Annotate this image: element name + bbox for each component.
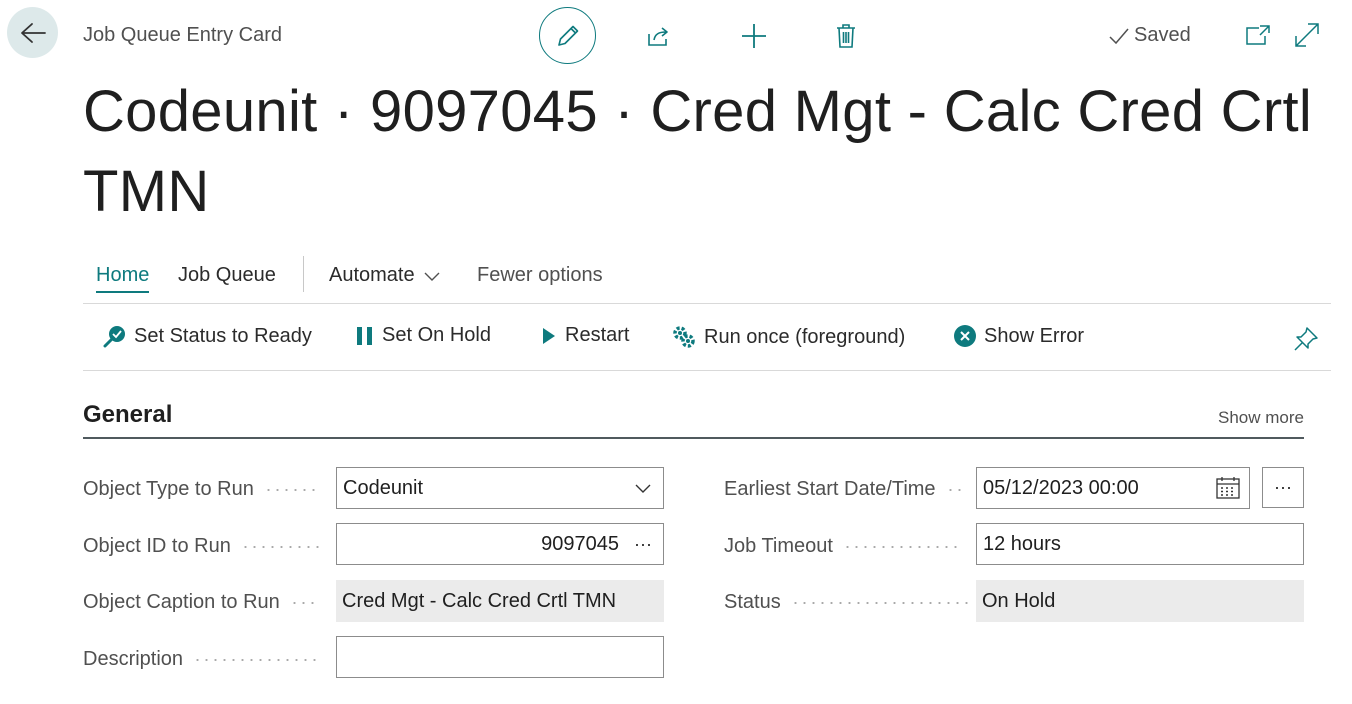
object-type-label-text: Object Type to Run	[83, 478, 254, 500]
tab-divider	[303, 256, 304, 292]
share-button[interactable]	[630, 7, 687, 64]
popout-icon	[1246, 25, 1270, 45]
chevron-down-icon	[629, 482, 657, 494]
show-error-button[interactable]: Show Error	[953, 324, 1084, 348]
description-label: Description	[83, 648, 318, 671]
back-button[interactable]	[7, 7, 58, 58]
earliest-start-field[interactable]: 05/12/2023 00:00	[976, 467, 1250, 509]
saved-status: Saved	[1108, 24, 1191, 47]
object-id-field[interactable]: 9097045 ···	[336, 523, 664, 565]
restart-button[interactable]: Restart	[540, 324, 629, 347]
general-section-title[interactable]: General	[83, 401, 172, 429]
tab-home[interactable]: Home	[96, 264, 150, 293]
job-timeout-value: 12 hours	[983, 532, 1061, 555]
object-id-label: Object ID to Run	[83, 535, 319, 558]
general-section-header: General Show more	[83, 400, 1304, 439]
fewer-options-link[interactable]: Fewer options	[477, 264, 603, 287]
label-dots	[945, 488, 964, 491]
label-dots	[263, 488, 316, 491]
label-dots	[240, 545, 319, 548]
restart-label: Restart	[565, 324, 630, 346]
saved-label: Saved	[1134, 24, 1191, 46]
show-error-label: Show Error	[984, 324, 1085, 347]
assist-ellipsis-button[interactable]: ···	[1262, 467, 1304, 508]
object-caption-value: Cred Mgt - Calc Cred Crtl TMN	[342, 589, 617, 612]
object-type-label: Object Type to Run	[83, 478, 316, 501]
action-tabs: Home Job Queue Automate Fewer options	[83, 256, 1331, 304]
description-label-text: Description	[83, 648, 184, 670]
label-dots	[289, 601, 318, 604]
job-timeout-label-text: Job Timeout	[724, 535, 833, 557]
play-icon	[543, 327, 555, 344]
status-value: On Hold	[982, 589, 1056, 612]
page-caption: Job Queue Entry Card	[83, 24, 282, 46]
trash-icon	[836, 23, 855, 48]
run-gears-icon	[673, 326, 695, 348]
job-timeout-field[interactable]: 12 hours	[976, 523, 1304, 565]
earliest-start-label: Earliest Start Date/Time	[724, 478, 964, 501]
object-type-select[interactable]: Codeunit	[336, 467, 664, 509]
expand-icon	[1295, 23, 1319, 47]
calendar-icon[interactable]	[1213, 476, 1243, 500]
new-button[interactable]	[725, 7, 782, 64]
pin-action-bar-button[interactable]	[1293, 326, 1319, 357]
status-field: On Hold	[976, 580, 1304, 622]
pin-icon	[1294, 327, 1318, 351]
tab-automate[interactable]: Automate	[329, 264, 441, 287]
edit-button[interactable]	[539, 7, 596, 64]
earliest-start-value: 05/12/2023 00:00	[983, 476, 1139, 499]
object-id-label-text: Object ID to Run	[83, 535, 231, 557]
object-type-value: Codeunit	[343, 476, 424, 499]
object-id-value: 9097045	[541, 532, 619, 555]
set-ready-icon	[103, 326, 125, 348]
arrow-left-icon	[20, 22, 46, 43]
pencil-icon	[557, 25, 578, 46]
tab-automate-label: Automate	[329, 264, 415, 286]
tab-job-queue[interactable]: Job Queue	[178, 264, 276, 287]
status-label: Status	[724, 591, 971, 614]
share-icon	[647, 26, 668, 46]
page-title: Codeunit · 9097045 · Cred Mgt - Calc Cre…	[83, 79, 1313, 224]
checkmark-icon	[1109, 28, 1129, 44]
run-once-button[interactable]: Run once (foreground)	[671, 324, 905, 350]
job-timeout-label: Job Timeout	[724, 535, 961, 558]
chevron-down-icon	[424, 272, 440, 281]
status-label-text: Status	[724, 591, 781, 613]
delete-button[interactable]	[817, 7, 874, 64]
label-dots	[842, 545, 961, 548]
run-once-label: Run once (foreground)	[704, 325, 906, 348]
object-caption-label: Object Caption to Run	[83, 591, 318, 614]
pause-icon	[357, 326, 372, 345]
expand-button[interactable]	[1294, 22, 1320, 48]
set-status-ready-label: Set Status to Ready	[134, 324, 312, 347]
action-bar: Set Status to Ready Set On Hold Restart …	[83, 304, 1331, 371]
earliest-start-label-text: Earliest Start Date/Time	[724, 478, 936, 500]
lookup-ellipsis-button[interactable]: ···	[629, 534, 657, 555]
plus-icon	[741, 23, 766, 48]
open-new-window-button[interactable]	[1245, 22, 1271, 48]
description-input[interactable]	[336, 636, 664, 678]
label-dots	[790, 601, 971, 604]
set-on-hold-button[interactable]: Set On Hold	[355, 324, 491, 347]
object-caption-field: Cred Mgt - Calc Cred Crtl TMN	[336, 580, 664, 622]
object-caption-label-text: Object Caption to Run	[83, 591, 280, 613]
label-dots	[193, 658, 318, 661]
set-on-hold-label: Set On Hold	[382, 324, 491, 346]
show-more-link[interactable]: Show more	[1218, 408, 1304, 428]
set-status-ready-button[interactable]: Set Status to Ready	[103, 324, 312, 348]
error-icon	[954, 325, 976, 347]
